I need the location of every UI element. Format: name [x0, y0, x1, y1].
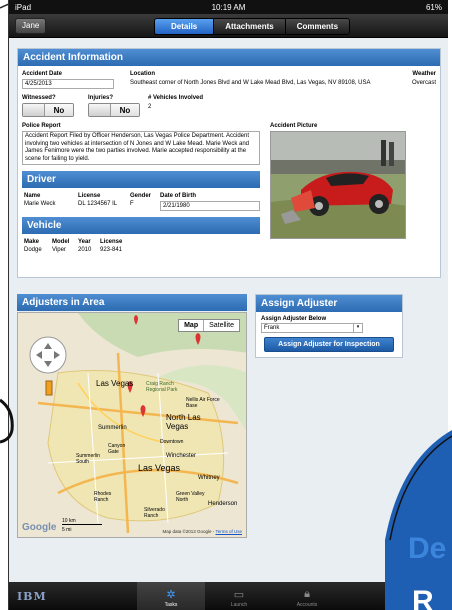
- overlay-text-de: De: [408, 532, 447, 565]
- foreground-overlay: [0, 398, 452, 610]
- overlay-text-r: R: [412, 585, 434, 610]
